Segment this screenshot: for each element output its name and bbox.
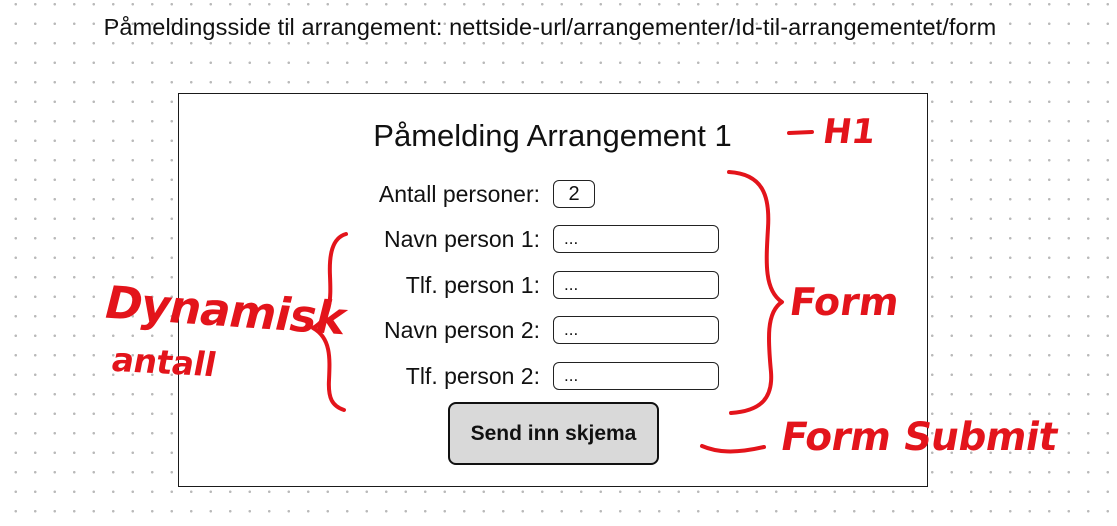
heading-dash-mark bbox=[787, 130, 814, 135]
annotation-form-submit: Form Submit bbox=[777, 415, 1062, 460]
annotation-count: antall bbox=[108, 340, 220, 385]
annotation-h1: H1 bbox=[820, 112, 879, 152]
annotation-form: Form bbox=[786, 280, 902, 324]
submit-dash-mark bbox=[700, 444, 766, 454]
form-brace-mark bbox=[727, 170, 784, 415]
